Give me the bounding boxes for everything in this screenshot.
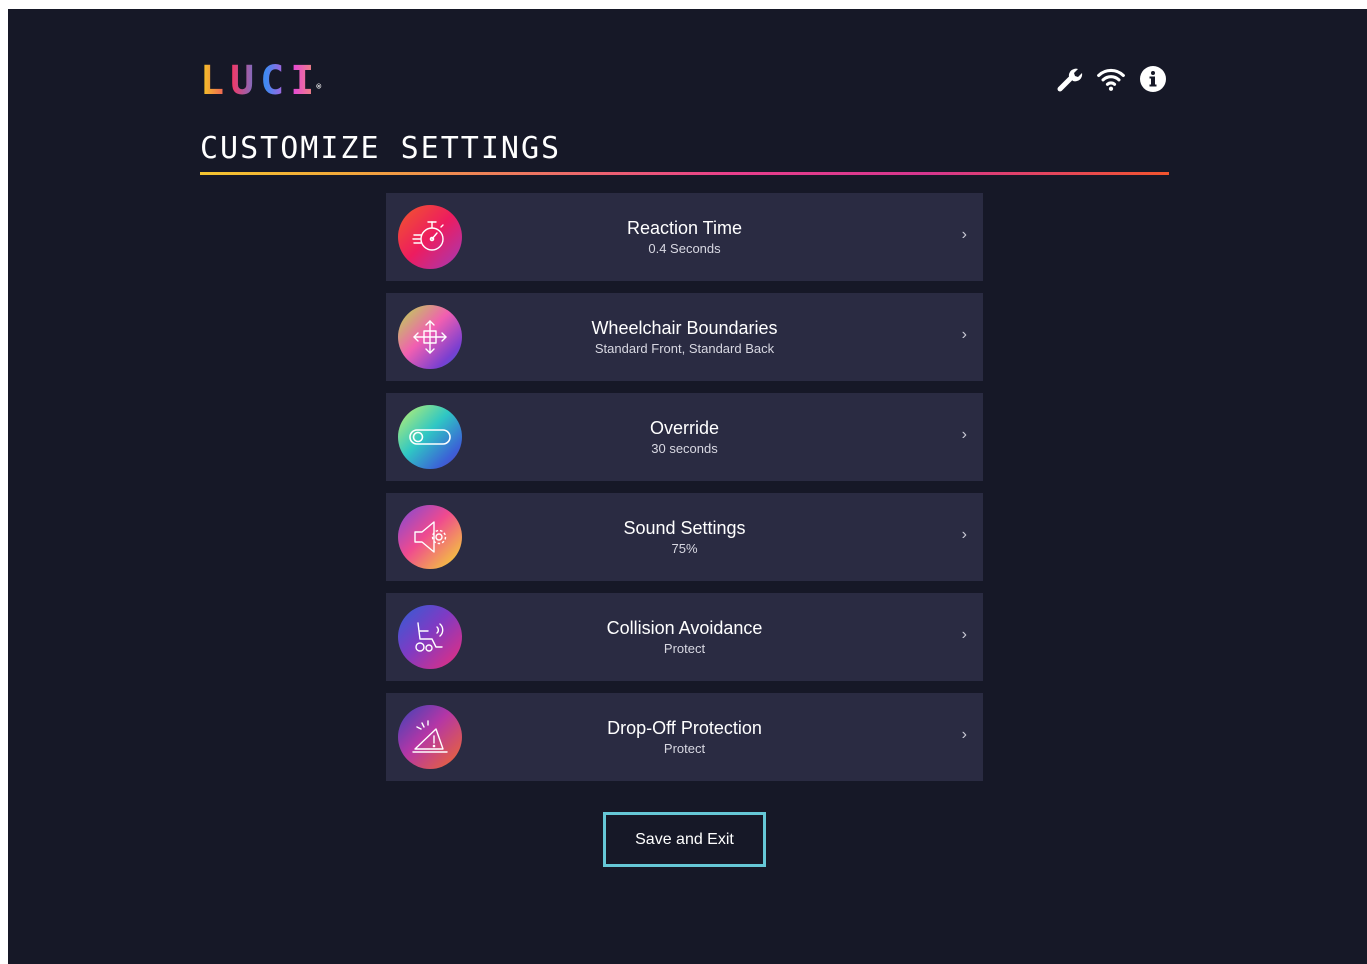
chevron-right-icon: › <box>961 326 967 343</box>
setting-row-drop-off-protection[interactable]: Drop-Off Protection Protect › <box>386 693 983 781</box>
setting-value: Protect <box>663 641 706 656</box>
setting-title: Wheelchair Boundaries <box>591 318 778 338</box>
setting-text: Reaction Time 0.4 Seconds <box>486 217 883 258</box>
chevron-right-icon: › <box>961 226 967 243</box>
luci-logo: LUCI® <box>200 58 331 104</box>
setting-value: Standard Front, Standard Back <box>594 341 775 356</box>
toggle-icon <box>398 405 462 469</box>
setting-row-override[interactable]: Override 30 seconds › <box>386 393 983 481</box>
setting-value: 30 seconds <box>651 441 718 456</box>
setting-title: Sound Settings <box>623 518 746 538</box>
page-title: CUSTOMIZE SETTINGS <box>200 131 562 166</box>
settings-list: Reaction Time 0.4 Seconds › Wheelchair B… <box>386 193 983 793</box>
wheelchair-signal-icon <box>398 605 462 669</box>
title-divider <box>200 172 1169 175</box>
setting-value: Protect <box>663 741 706 756</box>
wifi-icon[interactable] <box>1096 64 1126 94</box>
chevron-right-icon: › <box>961 726 967 743</box>
status-icons <box>1054 64 1168 94</box>
move-arrows-icon <box>398 305 462 369</box>
setting-row-sound-settings[interactable]: Sound Settings 75% › <box>386 493 983 581</box>
info-icon[interactable] <box>1138 64 1168 94</box>
logo-registered-mark: ® <box>316 82 328 91</box>
header: LUCI® <box>200 54 1168 104</box>
chevron-right-icon: › <box>961 426 967 443</box>
setting-row-reaction-time[interactable]: Reaction Time 0.4 Seconds › <box>386 193 983 281</box>
app-window: LUCI® CUSTOMIZE SETTINGS Reaction Time 0… <box>8 9 1367 964</box>
setting-text: Collision Avoidance Protect <box>486 617 883 658</box>
setting-text: Sound Settings 75% <box>486 517 883 558</box>
setting-row-wheelchair-boundaries[interactable]: Wheelchair Boundaries Standard Front, St… <box>386 293 983 381</box>
speaker-gear-icon <box>398 505 462 569</box>
chevron-right-icon: › <box>961 626 967 643</box>
drop-off-warning-icon <box>398 705 462 769</box>
setting-value: 0.4 Seconds <box>648 241 721 256</box>
chevron-right-icon: › <box>961 526 967 543</box>
wrench-icon[interactable] <box>1054 64 1084 94</box>
setting-row-collision-avoidance[interactable]: Collision Avoidance Protect › <box>386 593 983 681</box>
setting-value: 75% <box>671 541 698 556</box>
setting-title: Reaction Time <box>626 218 743 238</box>
setting-text: Drop-Off Protection Protect <box>486 717 883 758</box>
setting-title: Override <box>649 418 720 438</box>
setting-text: Override 30 seconds <box>486 417 883 458</box>
save-and-exit-button[interactable]: Save and Exit <box>603 812 766 867</box>
setting-text: Wheelchair Boundaries Standard Front, St… <box>486 317 883 358</box>
setting-title: Drop-Off Protection <box>607 718 762 738</box>
stopwatch-icon <box>398 205 462 269</box>
setting-title: Collision Avoidance <box>606 618 763 638</box>
